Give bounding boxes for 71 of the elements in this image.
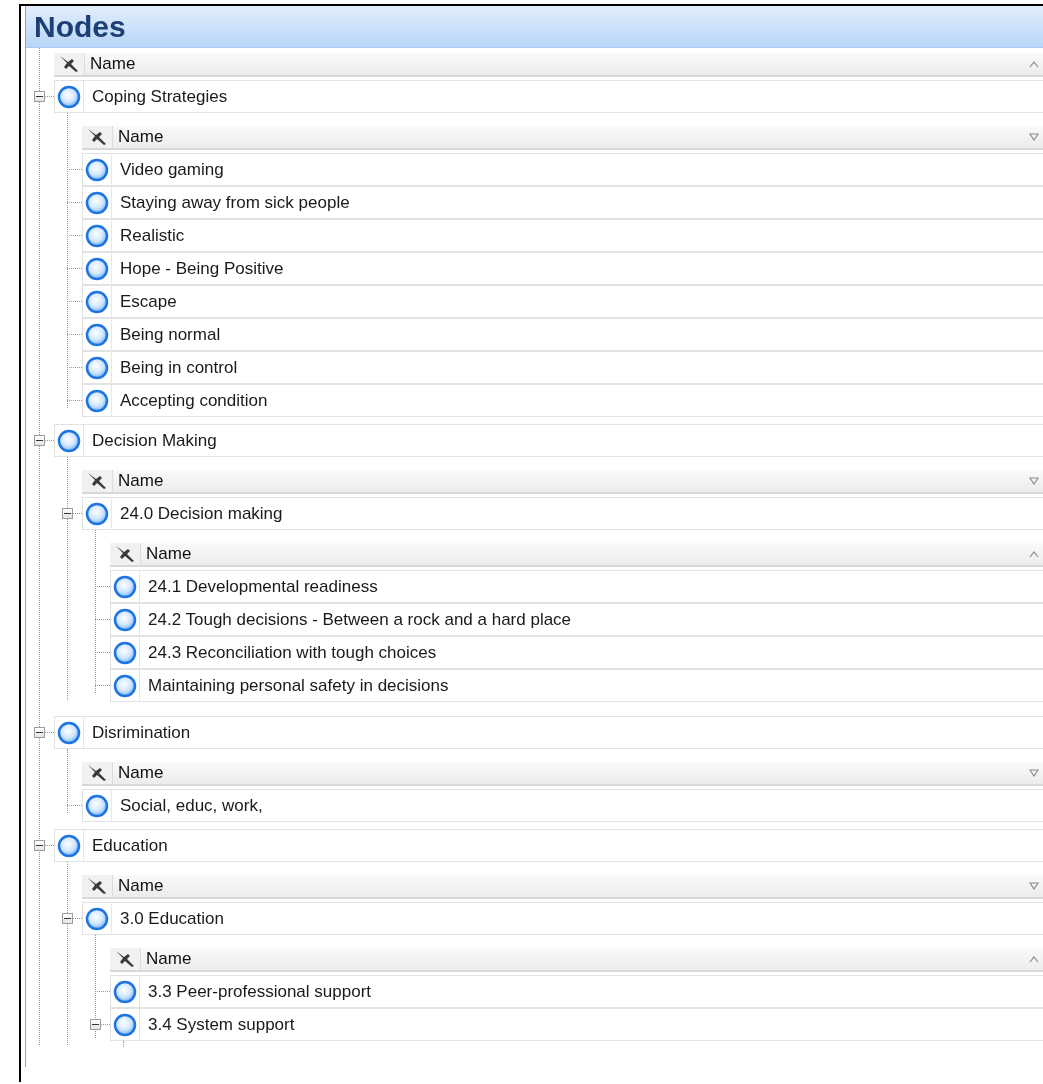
- column-header-label: Name: [145, 948, 193, 970]
- column-header[interactable]: Name: [82, 470, 1043, 494]
- column-header[interactable]: Name: [110, 543, 1043, 567]
- collapse-button[interactable]: [34, 727, 45, 738]
- minus-icon: [64, 915, 71, 922]
- node-circle-icon: [85, 388, 109, 413]
- node-circle-icon: [113, 574, 137, 599]
- node-name[interactable]: Accepting condition: [112, 384, 1043, 417]
- node-name[interactable]: Realistic: [112, 219, 1043, 252]
- node-circle-icon: [85, 322, 109, 347]
- node-name[interactable]: 3.4 System support: [140, 1008, 1043, 1041]
- minus-icon: [36, 842, 43, 849]
- column-header-label: Name: [89, 53, 137, 75]
- node-circle-icon: [85, 223, 109, 248]
- node-circle-icon: [85, 793, 109, 818]
- node-circle-icon: [113, 979, 137, 1004]
- node-name[interactable]: 24.0 Decision making: [112, 497, 1043, 530]
- panel-title: Nodes: [26, 6, 1043, 48]
- node-circle-icon: [57, 720, 81, 745]
- node-name[interactable]: 3.3 Peer-professional support: [140, 975, 1043, 1008]
- node-circle-icon: [85, 256, 109, 281]
- column-header[interactable]: Name: [110, 948, 1043, 972]
- node-circle-icon: [113, 673, 137, 698]
- node-circle-icon: [85, 157, 109, 182]
- column-header[interactable]: Name: [82, 762, 1043, 786]
- column-header-label: Name: [117, 470, 165, 492]
- column-header[interactable]: Name: [54, 53, 1043, 77]
- node-circle-icon: [85, 190, 109, 215]
- node-circle-icon: [113, 607, 137, 632]
- node-name[interactable]: Hope - Being Positive: [112, 252, 1043, 285]
- minus-icon: [36, 93, 43, 100]
- node-name[interactable]: Decision Making: [84, 424, 1043, 457]
- node-name[interactable]: 24.3 Reconciliation with tough choices: [140, 636, 1043, 669]
- minus-icon: [92, 1021, 99, 1028]
- collapse-button[interactable]: [62, 508, 73, 519]
- node-circle-icon: [57, 428, 81, 453]
- column-header-label: Name: [117, 126, 165, 148]
- column-header[interactable]: Name: [82, 126, 1043, 150]
- collapse-button[interactable]: [62, 913, 73, 924]
- node-circle-icon: [113, 640, 137, 665]
- node-circle-icon: [85, 906, 109, 931]
- collapse-button[interactable]: [90, 1019, 101, 1030]
- node-name[interactable]: 24.2 Tough decisions - Between a rock and a hard place: [140, 603, 1043, 636]
- column-header-label: Name: [145, 543, 193, 565]
- node-circle-icon: [57, 84, 81, 109]
- node-name[interactable]: Education: [84, 829, 1043, 862]
- node-circle-icon: [57, 833, 81, 858]
- minus-icon: [36, 437, 43, 444]
- minus-icon: [64, 510, 71, 517]
- column-header-label: Name: [117, 762, 165, 784]
- node-circle-icon: [113, 1012, 137, 1037]
- node-name[interactable]: Video gaming: [112, 153, 1043, 186]
- node-name[interactable]: Being normal: [112, 318, 1043, 351]
- node-name[interactable]: Disrimination: [84, 716, 1043, 749]
- node-name[interactable]: Maintaining personal safety in decisions: [140, 669, 1043, 702]
- node-name[interactable]: Being in control: [112, 351, 1043, 384]
- node-name[interactable]: Staying away from sick people: [112, 186, 1043, 219]
- node-name[interactable]: Coping Strategies: [84, 80, 1043, 113]
- collapse-button[interactable]: [34, 91, 45, 102]
- node-name[interactable]: Escape: [112, 285, 1043, 318]
- node-name[interactable]: Social, educ, work,: [112, 789, 1043, 822]
- column-header-label: Name: [117, 875, 165, 897]
- column-header[interactable]: Name: [82, 875, 1043, 899]
- node-name[interactable]: 24.1 Developmental readiness: [140, 570, 1043, 603]
- minus-icon: [36, 729, 43, 736]
- collapse-button[interactable]: [34, 840, 45, 851]
- collapse-button[interactable]: [34, 435, 45, 446]
- node-circle-icon: [85, 355, 109, 380]
- node-circle-icon: [85, 501, 109, 526]
- node-name[interactable]: 3.0 Education: [112, 902, 1043, 935]
- node-circle-icon: [85, 289, 109, 314]
